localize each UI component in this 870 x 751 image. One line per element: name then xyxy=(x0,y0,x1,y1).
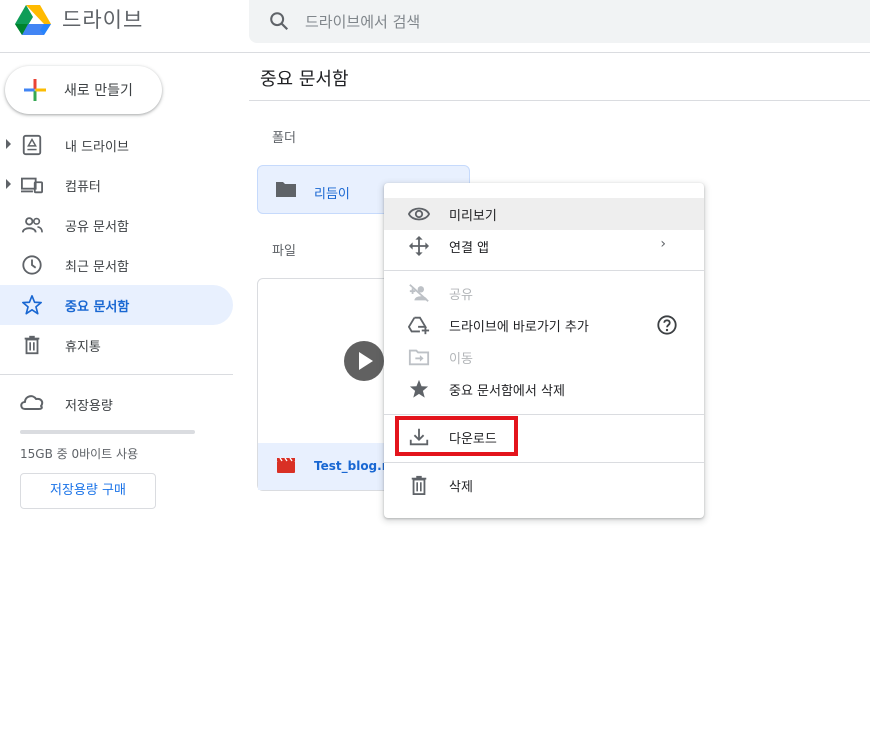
menu-item-share[interactable]: 공유 xyxy=(384,277,704,309)
sidebar-item-label: 중요 문서함 xyxy=(65,300,130,315)
storage-usage-text: 15GB 중 0바이트 사용 xyxy=(20,447,139,461)
menu-item-delete[interactable]: 삭제 xyxy=(384,469,704,501)
sidebar-item-label: 내 드라이브 xyxy=(65,140,129,155)
move-folder-icon xyxy=(408,347,430,367)
buy-storage-button[interactable]: 저장용량 구매 xyxy=(20,473,156,509)
context-menu: 미리보기 연결 앱 › 공유 드라이브에 바로가기 추가 이동 중요 문서함에서 xyxy=(384,183,704,518)
add-shortcut-icon xyxy=(407,315,430,335)
folder-icon xyxy=(275,180,297,198)
sidebar-item-label: 최근 문서함 xyxy=(65,260,129,275)
sidebar-item-computers[interactable]: 컴퓨터 xyxy=(0,165,233,205)
menu-item-label: 공유 xyxy=(449,288,473,303)
storage-progress-bar xyxy=(20,430,195,434)
cloud-icon xyxy=(19,391,45,413)
computer-icon xyxy=(20,174,43,196)
trash-icon xyxy=(408,475,430,495)
menu-divider xyxy=(384,462,704,463)
share-person-icon xyxy=(408,283,430,303)
files-heading: 파일 xyxy=(272,244,296,259)
menu-item-add-shortcut[interactable]: 드라이브에 바로가기 추가 xyxy=(384,309,704,341)
move-arrows-icon xyxy=(408,236,430,256)
storage-label: 저장용량 xyxy=(65,399,113,414)
sidebar-item-label: 컴퓨터 xyxy=(65,180,101,195)
chevron-right-icon: › xyxy=(660,236,666,252)
help-icon[interactable] xyxy=(656,314,678,336)
sidebar-divider xyxy=(0,374,233,375)
shared-people-icon xyxy=(21,214,43,236)
main-divider xyxy=(249,100,870,101)
menu-item-move[interactable]: 이동 xyxy=(384,341,704,373)
drive-logo-icon[interactable] xyxy=(14,3,52,37)
download-highlight-box xyxy=(395,416,518,456)
eye-icon xyxy=(407,204,431,224)
sidebar-item-my-drive[interactable]: 내 드라이브 xyxy=(0,125,233,165)
menu-divider xyxy=(384,270,704,271)
trash-icon xyxy=(21,334,43,356)
search-input[interactable]: 드라이브에서 검색 xyxy=(305,11,420,32)
menu-item-label: 미리보기 xyxy=(449,209,497,224)
folders-heading: 폴더 xyxy=(272,131,296,146)
sidebar-item-label: 휴지통 xyxy=(65,340,101,355)
expand-arrow-icon[interactable] xyxy=(6,179,11,189)
menu-item-label: 중요 문서함에서 삭제 xyxy=(449,384,565,399)
app-title: 드라이브 xyxy=(62,8,144,32)
menu-item-label: 이동 xyxy=(449,352,473,367)
file-name[interactable]: Test_blog.m xyxy=(314,459,394,473)
menu-item-open-with[interactable]: 연결 앱 › xyxy=(384,230,704,262)
search-icon[interactable] xyxy=(268,10,290,32)
folder-name[interactable]: 리듬이 xyxy=(314,183,350,202)
video-file-icon xyxy=(277,457,295,473)
my-drive-icon xyxy=(21,134,43,156)
menu-item-label: 연결 앱 xyxy=(449,241,490,256)
star-filled-icon xyxy=(408,379,430,399)
menu-item-label: 드라이브에 바로가기 추가 xyxy=(449,320,589,335)
sidebar-item-label: 공유 문서함 xyxy=(65,220,129,235)
new-button[interactable]: 새로 만들기 xyxy=(5,66,162,114)
menu-divider xyxy=(384,414,704,415)
page-title: 중요 문서함 xyxy=(260,69,349,90)
expand-arrow-icon[interactable] xyxy=(6,139,11,149)
plus-icon xyxy=(23,78,47,102)
sidebar-item-recent[interactable]: 최근 문서함 xyxy=(0,245,233,285)
sidebar-item-starred[interactable]: 중요 문서함 xyxy=(0,285,233,325)
play-icon[interactable] xyxy=(344,341,384,381)
sidebar-item-trash[interactable]: 휴지통 xyxy=(0,325,233,365)
menu-item-preview[interactable]: 미리보기 xyxy=(384,198,704,230)
sidebar-item-shared[interactable]: 공유 문서함 xyxy=(0,205,233,245)
header-divider xyxy=(0,52,870,53)
clock-icon xyxy=(21,254,43,276)
menu-item-label: 삭제 xyxy=(449,480,473,495)
new-button-label: 새로 만들기 xyxy=(64,83,133,99)
menu-item-remove-starred[interactable]: 중요 문서함에서 삭제 xyxy=(384,373,704,405)
star-icon xyxy=(21,294,43,316)
